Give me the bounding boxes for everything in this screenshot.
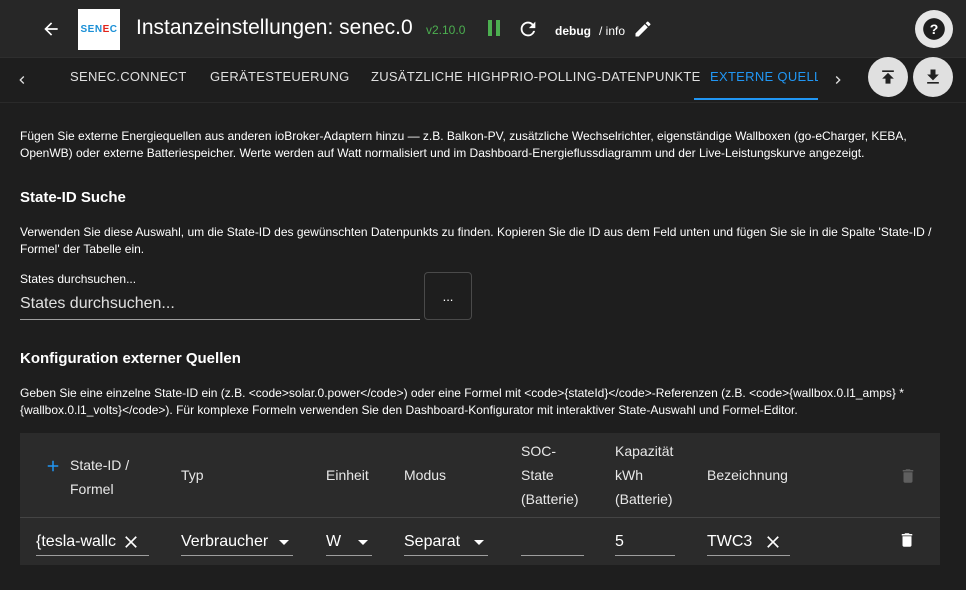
column-header-kapazitaet: Kapazität kWh (Batterie) [615,443,674,507]
senec-logo: SENEC [78,9,120,50]
bezeichnung-field[interactable]: TWC3 [707,528,790,556]
column-header-einheit: Einheit [326,467,369,483]
download-icon [927,69,939,84]
typ-select[interactable]: Verbraucher [181,528,293,556]
typ-dropdown-icon [279,540,289,545]
log-level-debug[interactable]: debug [555,24,591,38]
pause-icon[interactable] [486,19,502,37]
delete-row-icon[interactable] [898,529,916,551]
back-arrow-icon[interactable] [36,14,66,44]
kapazitaet-field[interactable]: 5 [615,528,675,556]
tab-scroll-right-icon[interactable] [826,68,850,92]
log-level-info: / info [599,24,626,38]
refresh-icon[interactable] [517,18,539,40]
state-search-heading: State-ID Suche [20,189,126,206]
delete-all-icon [899,465,917,487]
state-browse-button[interactable]: ... [424,272,472,320]
external-sources-table: State-ID / Formel Typ Einheit Modus SOC-… [20,433,940,565]
column-header-soc: SOC- State (Batterie) [521,443,579,507]
tab-geraetesteuerung[interactable]: GERÄTESTEUERUNG [210,69,350,84]
column-header-bezeichnung: Bezeichnung [707,467,788,483]
table-header-divider [20,517,940,518]
tab-scroll-left-icon[interactable] [10,68,34,92]
state-search-description: Verwenden Sie diese Auswahl, um die Stat… [20,225,932,256]
tab-highprio-polling[interactable]: ZUSÄTZLICHE HIGHPRIO-POLLING-DATENPUNKTE [371,69,701,84]
app-header: SENEC Instanzeinstellungen: senec.0 v2.1… [0,0,966,58]
clear-bezeichnung-icon[interactable] [763,532,783,552]
tab-bar: SENEC.CONNECT GERÄTESTEUERUNG ZUSÄTZLICH… [0,58,860,102]
add-icon [47,460,59,472]
page-title: Instanzeinstellungen: senec.0 [136,16,413,39]
tab-divider [0,102,966,103]
version-label: v2.10.0 [426,23,466,37]
config-heading: Konfiguration externer Quellen [20,350,241,367]
tab-externe-quellen[interactable]: EXTERNE QUELLEN [710,69,818,84]
help-icon: ? [923,18,945,40]
einheit-dropdown-icon [358,540,368,545]
tab-senec-connect[interactable]: SENEC.CONNECT [70,69,187,84]
modus-dropdown-icon [474,540,484,545]
active-tab-indicator [694,98,818,100]
state-id-field[interactable]: {tesla-wallc [36,528,149,556]
column-header-typ: Typ [181,467,204,483]
edit-pencil-icon[interactable] [633,19,653,39]
intro-text: Fügen Sie externe Energiequellen aus and… [20,129,907,160]
column-header-modus: Modus [404,467,447,483]
modus-select[interactable]: Separat [404,528,488,556]
state-search-input[interactable] [20,289,420,320]
soc-state-field[interactable] [521,528,584,556]
column-header-state-id: State-ID / Formel [70,457,130,497]
upload-icon [882,70,894,84]
state-search-label: States durchsuchen... [20,272,137,286]
clear-state-id-icon[interactable] [121,532,141,552]
upload-button[interactable] [868,57,908,97]
add-row-button[interactable] [44,457,62,480]
einheit-select[interactable]: W [326,528,372,556]
download-button[interactable] [913,57,953,97]
help-button[interactable]: ? [915,10,953,48]
svg-text:?: ? [930,21,939,37]
config-description: Geben Sie eine einzelne State-ID ein (z.… [20,386,904,417]
